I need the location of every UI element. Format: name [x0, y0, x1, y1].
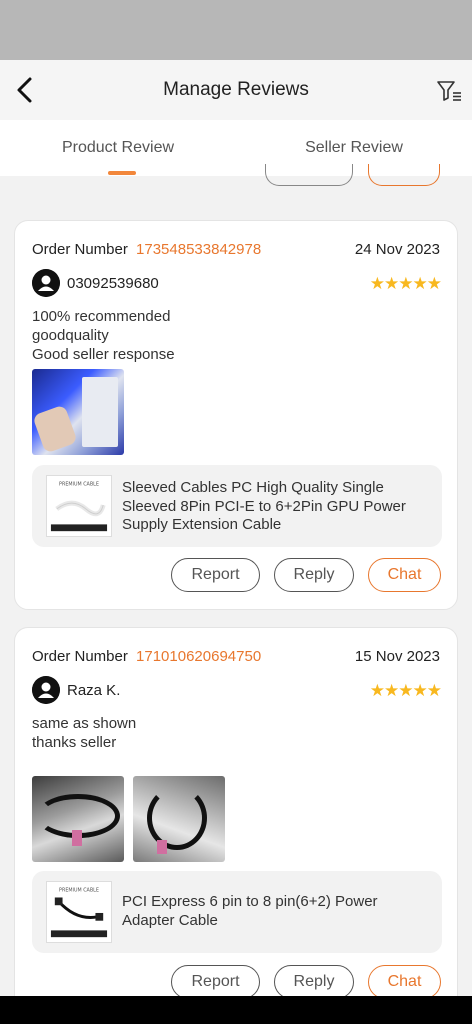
- product-title: PCI Express 6 pin to 8 pin(6+2) Power Ad…: [122, 893, 378, 929]
- review-text: same as shown thanks seller: [32, 714, 136, 752]
- review-card: Order Number 173548533842978 24 Nov 2023…: [14, 220, 458, 610]
- product-thumbnail: PREMIUM CABLE: [46, 881, 112, 943]
- reply-button[interactable]: Reply: [274, 965, 354, 999]
- chat-button[interactable]: Chat: [368, 558, 441, 592]
- star-rating: ★★★★★: [369, 274, 442, 293]
- previous-reply-button-edge: [265, 164, 353, 186]
- product-summary[interactable]: PREMIUM CABLE Sleeved Cables PC High Qua…: [32, 465, 442, 547]
- report-button[interactable]: Report: [171, 965, 260, 999]
- page-title: Manage Reviews: [163, 79, 309, 100]
- order-number-row: Order Number 171010620694750: [32, 648, 261, 665]
- review-photo[interactable]: [32, 776, 124, 862]
- review-photos: [32, 369, 232, 455]
- review-line: Good seller response: [32, 346, 175, 363]
- system-navigation-bar: [0, 996, 472, 1024]
- report-button[interactable]: Report: [171, 558, 260, 592]
- filter-icon[interactable]: [436, 78, 462, 104]
- star-rating: ★★★★★: [369, 681, 442, 700]
- order-number[interactable]: 171010620694750: [136, 648, 261, 665]
- chat-button[interactable]: Chat: [368, 965, 441, 999]
- order-label: Order Number: [32, 648, 128, 665]
- order-number-row: Order Number 173548533842978: [32, 241, 261, 258]
- status-bar: [0, 0, 472, 60]
- back-arrow-icon[interactable]: [10, 74, 42, 106]
- reviewer-name: 03092539680: [67, 275, 159, 292]
- review-photo[interactable]: [133, 776, 225, 862]
- product-summary[interactable]: PREMIUM CABLE PCI Express 6 pin to 8 pin…: [32, 871, 442, 953]
- previous-chat-button-edge: [368, 164, 440, 186]
- order-number[interactable]: 173548533842978: [136, 241, 261, 258]
- active-tab-indicator: [108, 171, 136, 175]
- review-line: 100% recommended: [32, 308, 171, 325]
- app-header: Manage Reviews: [0, 60, 472, 120]
- reply-button[interactable]: Reply: [274, 558, 354, 592]
- reviewer-name: Raza K.: [67, 682, 121, 699]
- product-thumbnail: PREMIUM CABLE: [46, 475, 112, 537]
- svg-text:PREMIUM CABLE: PREMIUM CABLE: [59, 482, 99, 488]
- review-date: 15 Nov 2023: [354, 648, 440, 665]
- review-date: 24 Nov 2023: [354, 241, 440, 258]
- user-avatar-icon: [32, 269, 60, 297]
- review-line: same as shown: [32, 715, 137, 732]
- product-title: Sleeved Cables PC High Quality Single Sl…: [122, 479, 406, 533]
- tab-product-review[interactable]: Product Review: [0, 120, 236, 176]
- user-avatar-icon: [32, 676, 60, 704]
- review-line: goodquality: [32, 327, 109, 344]
- review-photo[interactable]: [32, 369, 124, 455]
- review-text: 100% recommended goodquality Good seller…: [32, 307, 175, 364]
- review-line: thanks seller: [32, 734, 117, 751]
- review-photos: [32, 776, 232, 862]
- order-label: Order Number: [32, 241, 128, 258]
- review-card: Order Number 171010620694750 15 Nov 2023…: [14, 627, 458, 1024]
- svg-text:PREMIUM CABLE: PREMIUM CABLE: [59, 888, 99, 894]
